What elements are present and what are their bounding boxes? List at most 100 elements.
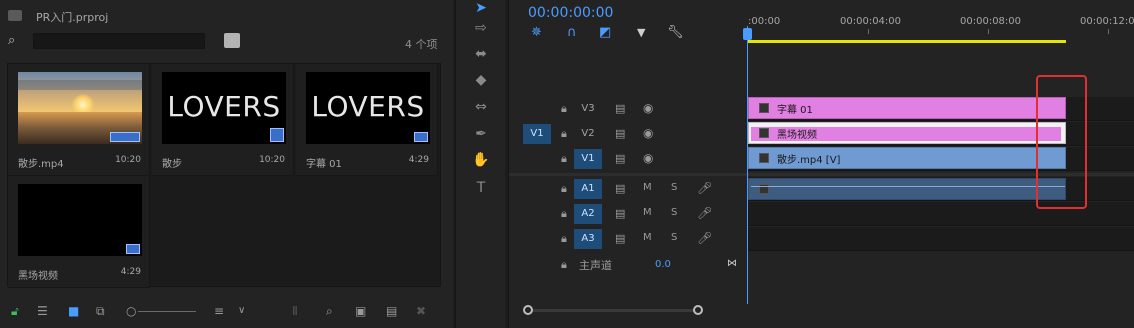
- project-panel: PR入门.prproj ⌕ 4 个项 散步.mp4 10:20 LOVERS 散…: [0, 0, 453, 328]
- zoom-slider[interactable]: ○: [126, 305, 136, 317]
- project-header: PR入门.prproj: [0, 0, 453, 30]
- mute-button[interactable]: M: [643, 182, 652, 193]
- find-icon[interactable]: ⌕: [326, 305, 333, 317]
- lock-icon[interactable]: 🔒︎: [561, 258, 567, 272]
- selection-tool-icon[interactable]: ➤: [472, 0, 490, 16]
- snap-icon[interactable]: ∩: [567, 26, 577, 40]
- automate-icon[interactable]: Ⅱ: [292, 305, 298, 317]
- zoom-slider-track[interactable]: [138, 311, 196, 312]
- track-select-tool-icon[interactable]: ⇨: [472, 20, 490, 36]
- track-name[interactable]: V2: [574, 124, 602, 144]
- media-thumbnail: [18, 184, 142, 256]
- media-thumbnail: LOVERS: [306, 72, 430, 144]
- eye-icon[interactable]: ◉: [643, 126, 653, 140]
- mute-button[interactable]: M: [643, 232, 652, 243]
- source-patch[interactable]: V1: [523, 124, 551, 144]
- pen-tool-icon[interactable]: ✒: [472, 126, 490, 142]
- highlight-box: [1036, 75, 1087, 209]
- track-name[interactable]: V3: [574, 99, 602, 119]
- razor-tool-icon[interactable]: ◆: [472, 72, 490, 88]
- playhead-handle[interactable]: [743, 28, 752, 40]
- ruler-label: :00:00: [748, 16, 781, 27]
- sync-lock-icon[interactable]: ▤: [615, 127, 625, 140]
- media-grid: 散步.mp4 10:20 LOVERS 散步 10:20 LOVERS 字幕 0…: [7, 63, 441, 288]
- wrench-icon[interactable]: 🔧︎: [667, 26, 684, 40]
- scrollbar-handle-left[interactable]: [523, 305, 533, 315]
- type-tool-icon[interactable]: T: [472, 180, 490, 196]
- project-title: PR入门.prproj: [36, 11, 109, 24]
- clip-label: 散步.mp4 [V]: [777, 155, 841, 166]
- go-to-edit-icon[interactable]: ⋈: [727, 258, 737, 269]
- sync-lock-icon[interactable]: ▤: [615, 207, 625, 220]
- microphone-icon[interactable]: 🎤︎: [697, 206, 712, 220]
- new-search-bin-icon[interactable]: [224, 33, 240, 48]
- lock-icon[interactable]: 🔒︎: [561, 127, 567, 141]
- freeform-view-icon[interactable]: ⧉: [96, 305, 105, 317]
- search-icon[interactable]: ⌕: [8, 33, 28, 49]
- search-input[interactable]: [33, 33, 205, 49]
- ripple-edit-tool-icon[interactable]: ⬌: [472, 46, 490, 62]
- icon-view-icon[interactable]: ■: [68, 305, 79, 317]
- track-header: 🔒︎ V3 ▤ ◉: [509, 97, 748, 121]
- lock-icon[interactable]: 🔓︎: [11, 305, 19, 317]
- media-duration: 10:20: [259, 155, 285, 165]
- new-item-icon[interactable]: ▤: [386, 305, 397, 317]
- track-lane[interactable]: [748, 227, 1134, 251]
- sort-icon[interactable]: ≡: [214, 305, 224, 317]
- solo-button[interactable]: S: [671, 182, 677, 193]
- add-marker-icon[interactable]: ▼: [637, 26, 645, 40]
- track-header: 🔒︎ A1 ▤ M S 🎤︎: [509, 177, 748, 201]
- new-bin-icon[interactable]: ▣: [355, 305, 366, 317]
- media-duration: 4:29: [408, 155, 429, 165]
- lock-icon[interactable]: 🔒︎: [561, 102, 567, 116]
- lock-icon[interactable]: 🔒︎: [561, 182, 567, 196]
- sync-lock-icon[interactable]: ▤: [615, 182, 625, 195]
- master-volume[interactable]: 0.0: [655, 259, 671, 270]
- media-item[interactable]: 散步.mp4 10:20: [8, 64, 150, 176]
- master-track: 🔒︎ 主声道 0.0 ⋈: [509, 255, 1134, 275]
- media-thumbnail: LOVERS: [162, 72, 286, 144]
- mute-button[interactable]: M: [643, 207, 652, 218]
- media-item[interactable]: 黑场视频 4:29: [8, 176, 150, 288]
- scrollbar-handle-right[interactable]: [693, 305, 703, 315]
- eye-icon[interactable]: ◉: [643, 151, 653, 165]
- media-item[interactable]: LOVERS 散步 10:20: [152, 64, 294, 176]
- thumbnail-text: LOVERS: [311, 90, 425, 123]
- clear-icon[interactable]: ✖: [416, 305, 426, 317]
- list-view-icon[interactable]: ☰: [37, 305, 48, 317]
- microphone-icon[interactable]: 🎤︎: [697, 231, 712, 245]
- timeline-scrollbar[interactable]: [523, 304, 703, 316]
- playhead-line[interactable]: [747, 26, 748, 304]
- track-name[interactable]: V1: [574, 149, 602, 169]
- eye-icon[interactable]: ◉: [643, 101, 653, 115]
- timecode-display[interactable]: 00:00:00:00: [528, 5, 613, 21]
- clip-video[interactable]: 散步.mp4 [V]: [748, 147, 1066, 169]
- work-area-bar[interactable]: [748, 40, 1066, 43]
- hand-tool-icon[interactable]: ✋: [472, 152, 490, 168]
- microphone-icon[interactable]: 🎤︎: [697, 181, 712, 195]
- lock-icon[interactable]: 🔒︎: [561, 232, 567, 246]
- solo-button[interactable]: S: [671, 207, 677, 218]
- track-name[interactable]: A1: [574, 179, 602, 199]
- clip-black-video[interactable]: 黑场视频: [748, 122, 1066, 144]
- sync-lock-icon[interactable]: ▤: [615, 232, 625, 245]
- lock-icon[interactable]: 🔒︎: [561, 207, 567, 221]
- nest-toggle-icon[interactable]: ✵: [531, 26, 542, 40]
- linked-selection-icon[interactable]: ◩: [599, 26, 611, 40]
- slip-tool-icon[interactable]: ⇔: [472, 99, 490, 115]
- clip-audio[interactable]: [748, 178, 1066, 200]
- media-name: 散步: [162, 159, 182, 170]
- scrollbar-track[interactable]: [529, 309, 695, 312]
- clip-title[interactable]: 字幕 01: [748, 97, 1066, 119]
- track-name[interactable]: A3: [574, 229, 602, 249]
- lock-icon[interactable]: 🔒︎: [561, 152, 567, 166]
- sync-lock-icon[interactable]: ▤: [615, 102, 625, 115]
- track-name[interactable]: A2: [574, 204, 602, 224]
- solo-button[interactable]: S: [671, 232, 677, 243]
- media-item[interactable]: LOVERS 字幕 01 4:29: [296, 64, 438, 176]
- media-thumbnail: [18, 72, 142, 144]
- chevron-down-icon[interactable]: ∨: [238, 305, 245, 317]
- ruler-label: 00:00:08:00: [960, 16, 1022, 27]
- sync-lock-icon[interactable]: ▤: [615, 152, 625, 165]
- project-bin-icon: [8, 10, 22, 21]
